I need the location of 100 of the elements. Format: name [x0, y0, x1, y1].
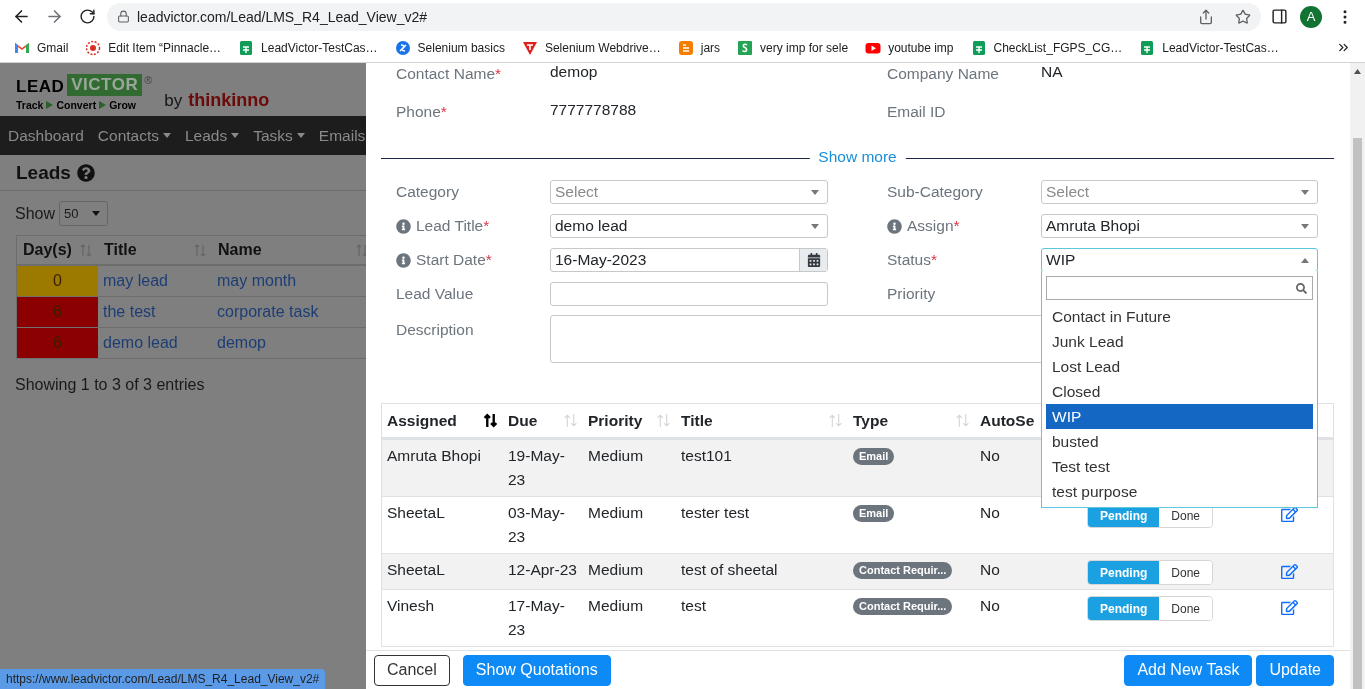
page-size-select[interactable]: 50 [59, 201, 109, 226]
table-cell-text: Vinesh [387, 596, 435, 616]
dropdown-option[interactable]: WIP [1046, 404, 1313, 429]
table-cell-text: Medium [588, 446, 644, 466]
status-button[interactable]: Done [1159, 561, 1213, 584]
nav-item[interactable]: Dashboard [8, 126, 84, 145]
footer-button[interactable]: Show Quotations [462, 654, 611, 686]
type-badge: Contact Requir... [853, 598, 953, 615]
table-cell-text: SheetaL [387, 560, 445, 580]
dropdown-option[interactable]: Closed [1046, 379, 1313, 404]
nav-item[interactable]: Leads [185, 126, 240, 145]
bookmark[interactable]: Selenium Webdrive… [521, 39, 661, 56]
table-cell-text: tester test [681, 503, 750, 523]
bookmark[interactable]: very imp for sele [737, 39, 849, 56]
footer-button[interactable]: Add New Task [1124, 654, 1253, 686]
bookmark[interactable]: LeadVictor-TestCas… [238, 39, 378, 56]
select-field[interactable]: Select [1041, 180, 1318, 204]
field-label: Phone* [396, 102, 448, 122]
tagline-text: Convert [56, 99, 97, 111]
dropdown-option[interactable]: Lost Lead [1046, 354, 1313, 379]
type-badge: Email [853, 448, 895, 465]
field-label: Priority [887, 285, 937, 303]
field-label: Lead Value [396, 285, 475, 303]
nav-item[interactable]: Emails [318, 126, 366, 145]
bookmark[interactable]: youtube imp [865, 39, 954, 56]
table-cell-text: Medium [588, 596, 644, 616]
table-cell-text: 17-May-23 [508, 596, 566, 640]
field-value: demop [550, 63, 598, 81]
field-label: Company Name [887, 64, 1000, 84]
footer-button[interactable]: Update [1256, 654, 1334, 686]
field-label: Sub-Category [887, 183, 984, 201]
select-field[interactable]: demo lead [550, 214, 828, 238]
select-field[interactable]: Select [550, 180, 828, 204]
type-badge: Email [853, 505, 895, 522]
logo-text: LEAD [16, 77, 65, 97]
entries-info: Showing 1 to 3 of 3 entries [15, 376, 206, 394]
field-label: Contact Name* [396, 64, 503, 84]
field-value: 7777778788 [550, 101, 637, 119]
select-field[interactable]: Amruta Bhopi [1041, 214, 1318, 238]
field-label: Description [396, 320, 475, 339]
days-cell: 0 [17, 266, 98, 297]
table-cell-text: No [980, 503, 1000, 523]
field-label: Email ID [887, 102, 947, 122]
dropdown-option[interactable]: Junk Lead [1046, 329, 1313, 354]
date-field[interactable]: 16-May-2023 [550, 248, 828, 272]
by-text: by [164, 91, 183, 111]
column-header[interactable]: Assigned [382, 404, 503, 437]
table-cell-text: SheetaL [387, 503, 445, 523]
bookmark[interactable]: CheckList_FGPS_CG… [970, 39, 1123, 56]
address-bar[interactable]: leadvictor.com/Lead/LMS_R4_Lead_View_v2# [107, 2, 1261, 31]
table-cell-text: Medium [588, 560, 644, 580]
table-cell-text: No [980, 560, 1000, 580]
table-cell-text: No [980, 596, 1000, 616]
profile-avatar[interactable]: A [1300, 5, 1322, 28]
column-header[interactable]: Title [676, 404, 848, 437]
table-cell-text: 03-May-23 [508, 503, 566, 547]
dropdown-option[interactable]: Contact in Future [1046, 304, 1313, 329]
nav-item[interactable]: Contacts [97, 126, 171, 145]
table-cell-text: No [980, 446, 1000, 466]
bookmark[interactable]: LeadVictor-TestCas… [1139, 39, 1279, 56]
field-label: Assign* [887, 217, 1041, 235]
required-mark: * [440, 103, 447, 120]
registered-mark: ® [144, 74, 153, 86]
table-cell-text: test [681, 596, 706, 616]
table-cell-text: test of sheetal [681, 560, 778, 580]
show-label: Show [15, 204, 56, 223]
dropdown-option[interactable]: Test test [1046, 454, 1313, 479]
bookmark[interactable]: Gmail [14, 39, 69, 56]
bookmark[interactable]: Selenium basics [394, 39, 505, 56]
footer-button[interactable]: Cancel [374, 654, 450, 686]
logo-badge: VICTOR [67, 74, 143, 96]
column-header[interactable]: Priority [583, 404, 676, 437]
status-url: https://www.leadvictor.com/Lead/LMS_R4_Lead_View_v2# [0, 669, 326, 689]
table-cell-text: 19-May-23 [508, 446, 566, 490]
required-mark: * [953, 217, 960, 234]
bookmark[interactable]: Edit Item “Pinnacle… [85, 39, 222, 56]
required-mark: * [485, 251, 492, 268]
table-cell-text: Amruta Bhopi [387, 446, 481, 466]
required-mark: * [930, 251, 937, 268]
tagline-text: Grow [109, 99, 136, 111]
dropdown-option[interactable]: busted [1046, 429, 1313, 454]
tagline-text: Track [16, 99, 44, 111]
required-mark: * [495, 65, 502, 82]
field-label: Lead Title* [396, 217, 550, 235]
column-header[interactable]: Due [503, 404, 583, 437]
field-label: Category [396, 183, 460, 201]
bookmark[interactable]: jars [677, 39, 721, 56]
nav-item[interactable]: Tasks [253, 126, 305, 145]
table-cell-text: 12-Apr-23 [508, 560, 577, 580]
days-cell: 6 [17, 328, 98, 359]
column-header[interactable]: Title [98, 236, 212, 266]
brand-name: thinkinno [188, 90, 270, 111]
table-cell-text: test101 [681, 446, 732, 466]
field-label: Status* [887, 251, 938, 269]
field-label: Start Date* [396, 251, 550, 269]
type-badge: Contact Requir... [853, 562, 953, 579]
days-cell: 6 [17, 297, 98, 328]
dropdown-option[interactable]: test purpose [1046, 479, 1313, 504]
field-value: NA [1041, 63, 1063, 81]
column-header[interactable]: Type [848, 404, 975, 437]
